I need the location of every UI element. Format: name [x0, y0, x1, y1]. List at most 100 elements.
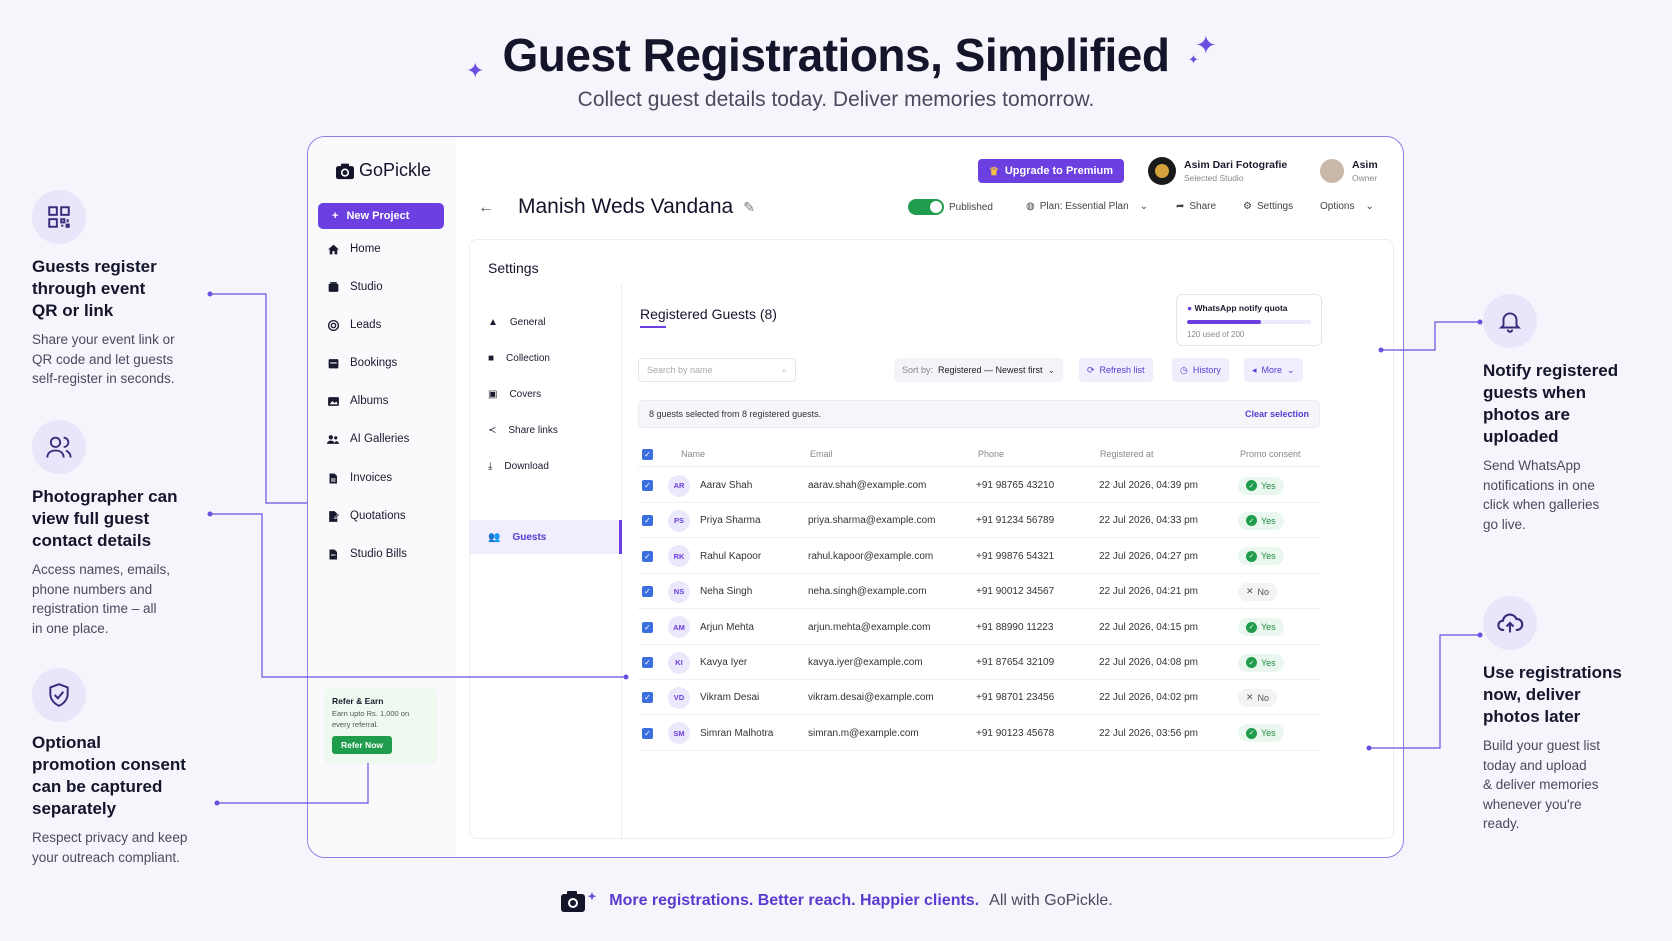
- tab-covers[interactable]: ▣ Covers: [488, 384, 541, 404]
- select-all-checkbox[interactable]: ✓: [642, 449, 653, 460]
- tab-collection[interactable]: ■ Collection: [488, 348, 550, 368]
- column-header-name[interactable]: Name: [681, 449, 705, 459]
- sidebar-item-label: Quotations: [350, 510, 406, 522]
- row-checkbox[interactable]: ✓: [642, 503, 653, 538]
- feature-desc-line: registration time – all: [32, 601, 157, 616]
- chevron-down-icon: ⌄: [1139, 201, 1149, 212]
- row-checkbox[interactable]: ✓: [642, 574, 653, 609]
- back-arrow-icon[interactable]: ←: [478, 199, 494, 217]
- clear-selection-link[interactable]: Clear selection: [1245, 409, 1309, 419]
- options-menu[interactable]: Options ⌄: [1320, 201, 1374, 212]
- published-toggle[interactable]: Published: [908, 199, 993, 215]
- guest-name: Simran Malhotra: [700, 727, 774, 739]
- header-divider: [638, 466, 1320, 467]
- row-checkbox[interactable]: ✓: [642, 645, 653, 680]
- share-button[interactable]: ➦ Share: [1176, 201, 1216, 212]
- upgrade-button[interactable]: ♛ Upgrade to Premium: [978, 159, 1124, 183]
- row-checkbox[interactable]: ✓: [642, 680, 653, 715]
- check-icon: ✓: [1246, 480, 1257, 491]
- sidebar-item-ai-galleries[interactable]: AI Galleries: [326, 429, 409, 449]
- sort-dropdown[interactable]: Sort by: Registered — Newest first ⌄: [894, 358, 1064, 382]
- column-header-consent[interactable]: Promo consent: [1240, 449, 1301, 459]
- guest-registered-at: 22 Jul 2026, 03:56 pm: [1099, 727, 1198, 739]
- sidebar-item-invoices[interactable]: Invoices: [326, 468, 392, 488]
- search-input[interactable]: Search by name ⌕: [638, 358, 796, 382]
- table-row[interactable]: ✓ VD Vikram Desai vikram.desai@example.com +…: [638, 680, 1320, 716]
- promo-consent: ✓ Yes: [1238, 610, 1284, 645]
- studio-switcher[interactable]: Asim Dari Fotografie Selected Studio: [1148, 157, 1287, 185]
- published-label: Published: [949, 201, 993, 213]
- studio-sub: Selected Studio: [1184, 173, 1244, 183]
- logo[interactable]: GoPickle: [335, 160, 431, 181]
- sidebar-item-label: Albums: [350, 395, 389, 407]
- quota-progress-bar: [1187, 320, 1311, 324]
- table-row[interactable]: ✓ KI Kavya Iyer kavya.iyer@example.com +91 8…: [638, 645, 1320, 680]
- tab-share-links[interactable]: ≺ Share links: [488, 420, 558, 440]
- sidebar-item-home[interactable]: Home: [326, 239, 381, 259]
- consent-text: Yes: [1261, 657, 1276, 668]
- download-icon: ⤓: [488, 460, 493, 472]
- edit-pencil-icon[interactable]: ✎: [743, 199, 755, 216]
- row-checkbox[interactable]: ✓: [642, 610, 653, 645]
- guest-name: Neha Singh: [700, 586, 753, 598]
- settings-button[interactable]: ⚙ Settings: [1243, 201, 1293, 212]
- table-row[interactable]: ✓ RK Rahul Kapoor rahul.kapoor@example.com +…: [638, 539, 1320, 574]
- table-row[interactable]: ✓ AM Arjun Mehta arjun.mehta@example.com +91…: [638, 610, 1320, 645]
- column-header-email[interactable]: Email: [810, 449, 833, 459]
- initials: AR: [668, 474, 690, 497]
- row-checkbox[interactable]: ✓: [642, 468, 653, 503]
- feature-title-line: photos are: [1483, 405, 1570, 424]
- table-row[interactable]: ✓ SM Simran Malhotra simran.m@example.com +9…: [638, 716, 1320, 751]
- column-header-registered[interactable]: Registered at: [1100, 449, 1154, 459]
- checkbox-checked-icon: ✓: [642, 727, 653, 739]
- user-menu[interactable]: Asim Owner: [1320, 159, 1378, 183]
- guest-registered-at: 22 Jul 2026, 04:21 pm: [1099, 586, 1198, 598]
- tab-guests[interactable]: 👥 Guests: [488, 527, 546, 547]
- sidebar-item-albums[interactable]: Albums: [326, 391, 388, 411]
- row-checkbox[interactable]: ✓: [642, 716, 653, 751]
- refresh-button[interactable]: ⟳ Refresh list: [1079, 358, 1153, 382]
- row-checkbox[interactable]: ✓: [642, 539, 653, 574]
- plan-selector[interactable]: ◍ Plan: Essential Plan ⌄: [1026, 201, 1148, 212]
- consent-text: Yes: [1261, 728, 1276, 739]
- refer-desc-line: every referral.: [332, 720, 379, 729]
- initials: RK: [668, 545, 690, 568]
- table-row[interactable]: ✓ PS Priya Sharma priya.sharma@example.com +…: [638, 503, 1320, 539]
- history-button[interactable]: ◷ History: [1172, 358, 1229, 382]
- table-row[interactable]: ✓ NS Neha Singh neha.singh@example.com +91 9…: [638, 574, 1320, 610]
- initials: AM: [668, 616, 690, 639]
- guest-email: neha.singh@example.com: [808, 586, 927, 598]
- guest-avatar: VD: [668, 680, 690, 715]
- table-row[interactable]: ✓ AR Aarav Shah aarav.shah@example.com +91 9…: [638, 468, 1320, 503]
- cloud-upload-icon: [1483, 596, 1537, 650]
- feature-title-line: view full guest: [32, 509, 150, 528]
- refer-now-button[interactable]: Refer Now: [332, 736, 392, 754]
- sidebar-item-studio-bills[interactable]: Studio Bills: [326, 544, 407, 564]
- guest-email: aarav.shah@example.com: [808, 480, 927, 491]
- new-project-button[interactable]: + New Project: [318, 203, 444, 229]
- settings-label: Settings: [1256, 201, 1294, 212]
- column-header-phone[interactable]: Phone: [978, 449, 1004, 459]
- sidebar-item-quotations[interactable]: Quotations: [326, 506, 406, 526]
- sidebar-item-bookings[interactable]: Bookings: [326, 353, 397, 373]
- consent-badge: ✓ Yes: [1238, 511, 1284, 530]
- checkbox-checked-icon: ✓: [642, 480, 653, 491]
- more-button[interactable]: ◂ More ⌄: [1244, 358, 1303, 382]
- hero-subtitle: Collect guest details today. Deliver mem…: [577, 88, 1095, 111]
- guest-email: vikram.desai@example.com: [808, 692, 934, 704]
- badge-icon: ◍: [1026, 201, 1035, 212]
- promo-consent: ✓ Yes: [1238, 503, 1284, 538]
- toggle-switch[interactable]: [908, 199, 944, 215]
- feature-desc-line: notifications in one: [1483, 477, 1595, 493]
- check-icon: ✓: [1246, 727, 1257, 739]
- footer: More registrations. Better reach. Happie…: [0, 888, 1672, 914]
- refer-desc-line: Earn upto Rs. 1,000 on: [332, 709, 410, 718]
- consent-text: Yes: [1261, 551, 1276, 562]
- tab-general[interactable]: ▲ General: [488, 312, 545, 332]
- guest-name: Vikram Desai: [700, 692, 760, 704]
- tab-download[interactable]: ⤓ Download: [488, 456, 549, 476]
- feature-deliver: Use registrations now, deliver photos la…: [1483, 596, 1663, 834]
- sidebar-item-studio[interactable]: Studio: [326, 277, 383, 297]
- sidebar-item-label: Leads: [350, 319, 382, 331]
- sidebar-item-leads[interactable]: Leads: [326, 315, 381, 335]
